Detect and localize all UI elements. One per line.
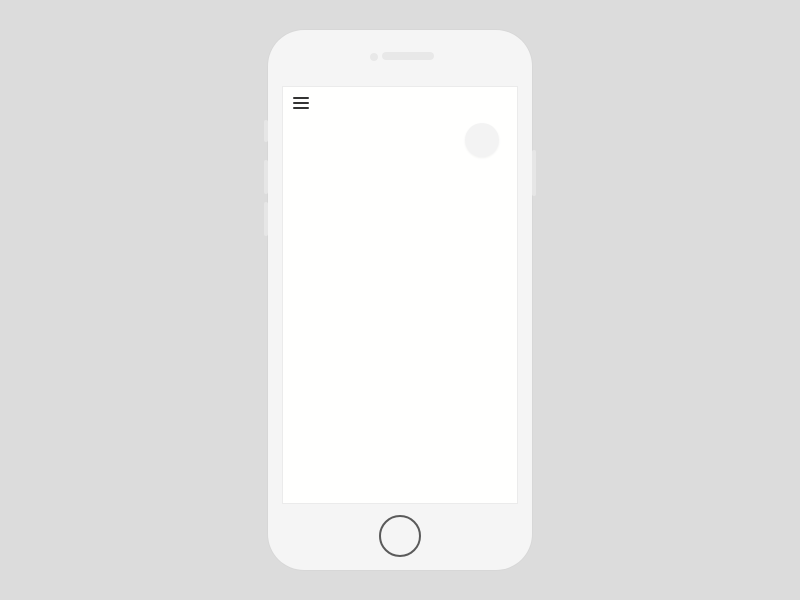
mute-switch [264,120,268,142]
power-button [532,150,536,196]
phone-frame [268,30,532,570]
volume-up-button [264,160,268,194]
floating-action-button[interactable] [465,123,499,157]
app-screen [282,86,518,504]
speaker-slot [382,52,434,60]
front-camera [370,53,378,61]
hamburger-icon[interactable] [293,97,309,109]
home-button[interactable] [379,515,421,557]
volume-down-button [264,202,268,236]
